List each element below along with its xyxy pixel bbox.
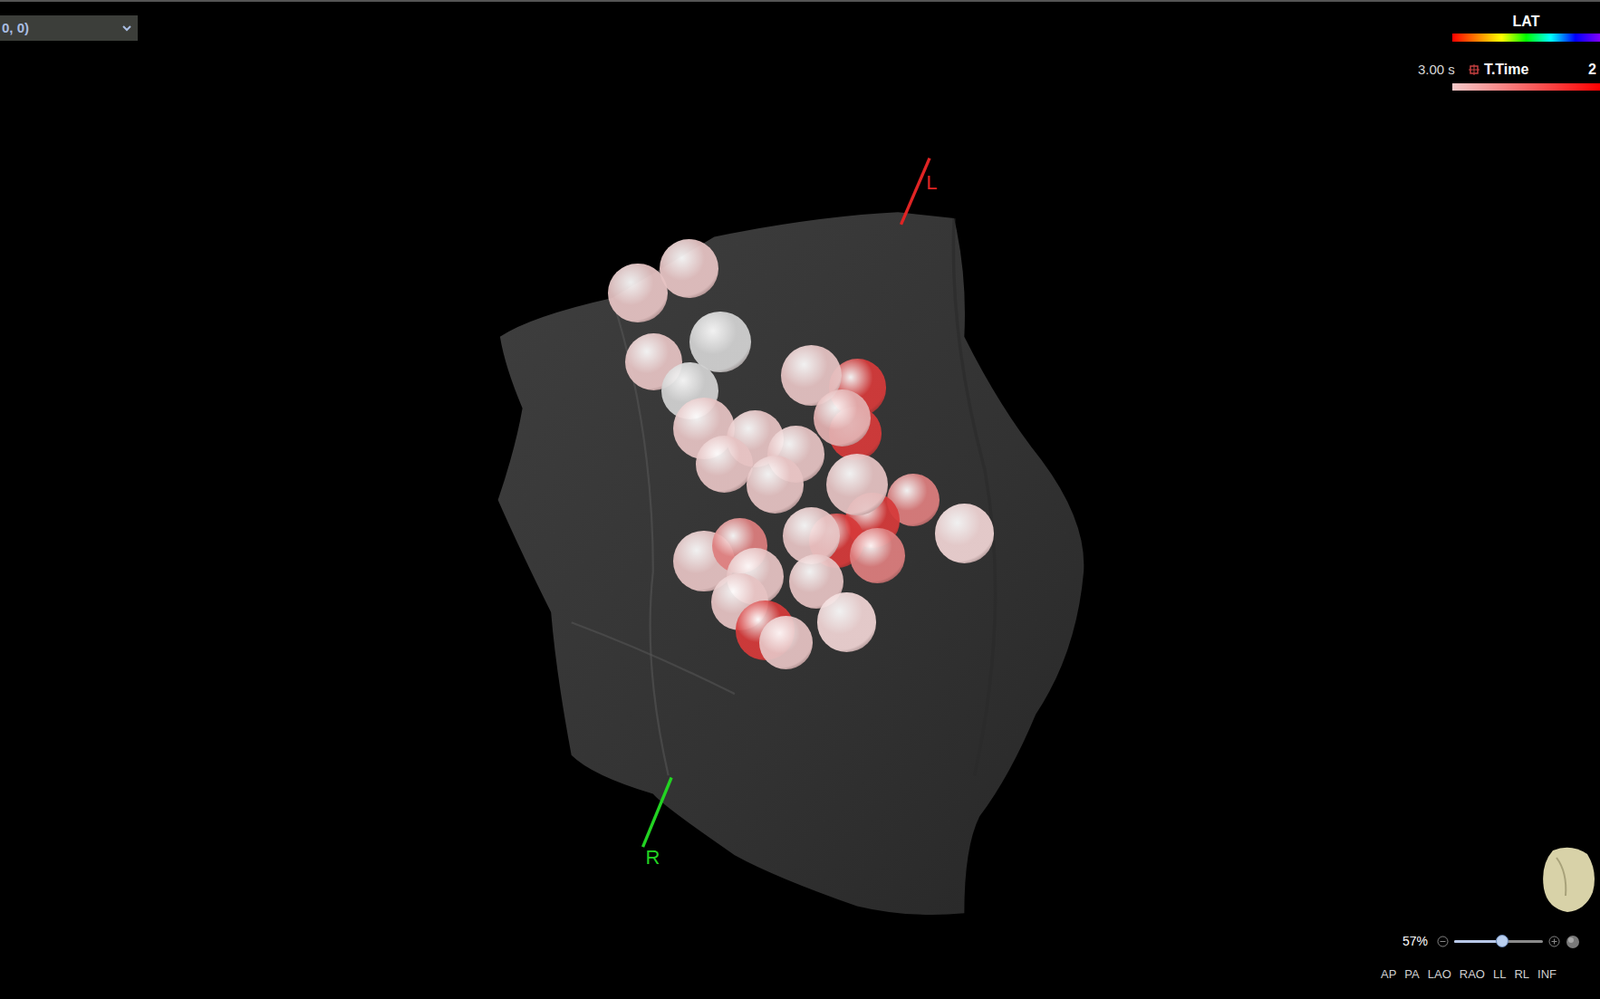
view-buttons: AP PA LAO RAO LL RL INF — [1380, 965, 1557, 984]
view-button[interactable]: RL — [1513, 965, 1530, 984]
map-points — [0, 0, 1600, 999]
map-point[interactable] — [817, 592, 877, 652]
map-point[interactable] — [746, 455, 804, 513]
orientation-marker: R — [644, 847, 663, 869]
view-button[interactable]: INF — [1537, 965, 1557, 984]
zoom-reading: 57% — [1402, 932, 1428, 952]
top-border — [0, 0, 1600, 2]
chevron-down-icon — [121, 22, 133, 34]
view-globe-icon[interactable] — [1565, 934, 1581, 950]
ttime-color-bar — [1452, 83, 1600, 91]
view-button[interactable]: RAO — [1459, 965, 1485, 984]
map-point[interactable] — [695, 435, 753, 493]
zoom-thumb[interactable] — [1495, 934, 1509, 948]
view-selector-value: 0, 0) — [1, 18, 29, 39]
ttime-min: 3.00 s — [1417, 59, 1456, 81]
heart-shell — [0, 0, 1600, 999]
lat-color-bar — [1452, 33, 1600, 42]
ttime-label: T.Time — [1484, 58, 1530, 81]
zoom-control: 57% — [1402, 932, 1600, 952]
ttime-max: 2 — [1588, 58, 1597, 81]
view-button[interactable]: LAO — [1427, 965, 1452, 984]
ttime-icon[interactable] — [1467, 63, 1481, 77]
map-point[interactable] — [759, 616, 813, 670]
view-button[interactable]: PA — [1404, 965, 1419, 984]
heart-orientation-icon[interactable] — [1540, 845, 1599, 915]
zoom-in-icon[interactable] — [1548, 935, 1561, 948]
map-point[interactable] — [826, 453, 888, 516]
orientation-markers: LR — [0, 0, 1600, 999]
orientation-marker: L — [924, 172, 939, 194]
map-point[interactable] — [659, 239, 719, 299]
map-point[interactable] — [934, 503, 994, 563]
map-point[interactable] — [607, 263, 667, 323]
zoom-slider[interactable] — [1454, 940, 1543, 944]
map-point[interactable] — [849, 528, 906, 584]
zoom-out-icon[interactable] — [1436, 935, 1449, 948]
view-selector[interactable]: 0, 0) — [0, 15, 138, 41]
legend: LAT 3.00 s T.Time 2 — [1417, 12, 1600, 91]
view-button[interactable]: LL — [1493, 965, 1506, 984]
map-point[interactable] — [813, 389, 871, 447]
view-button[interactable]: AP — [1380, 965, 1397, 984]
lat-label: LAT — [1513, 12, 1541, 31]
